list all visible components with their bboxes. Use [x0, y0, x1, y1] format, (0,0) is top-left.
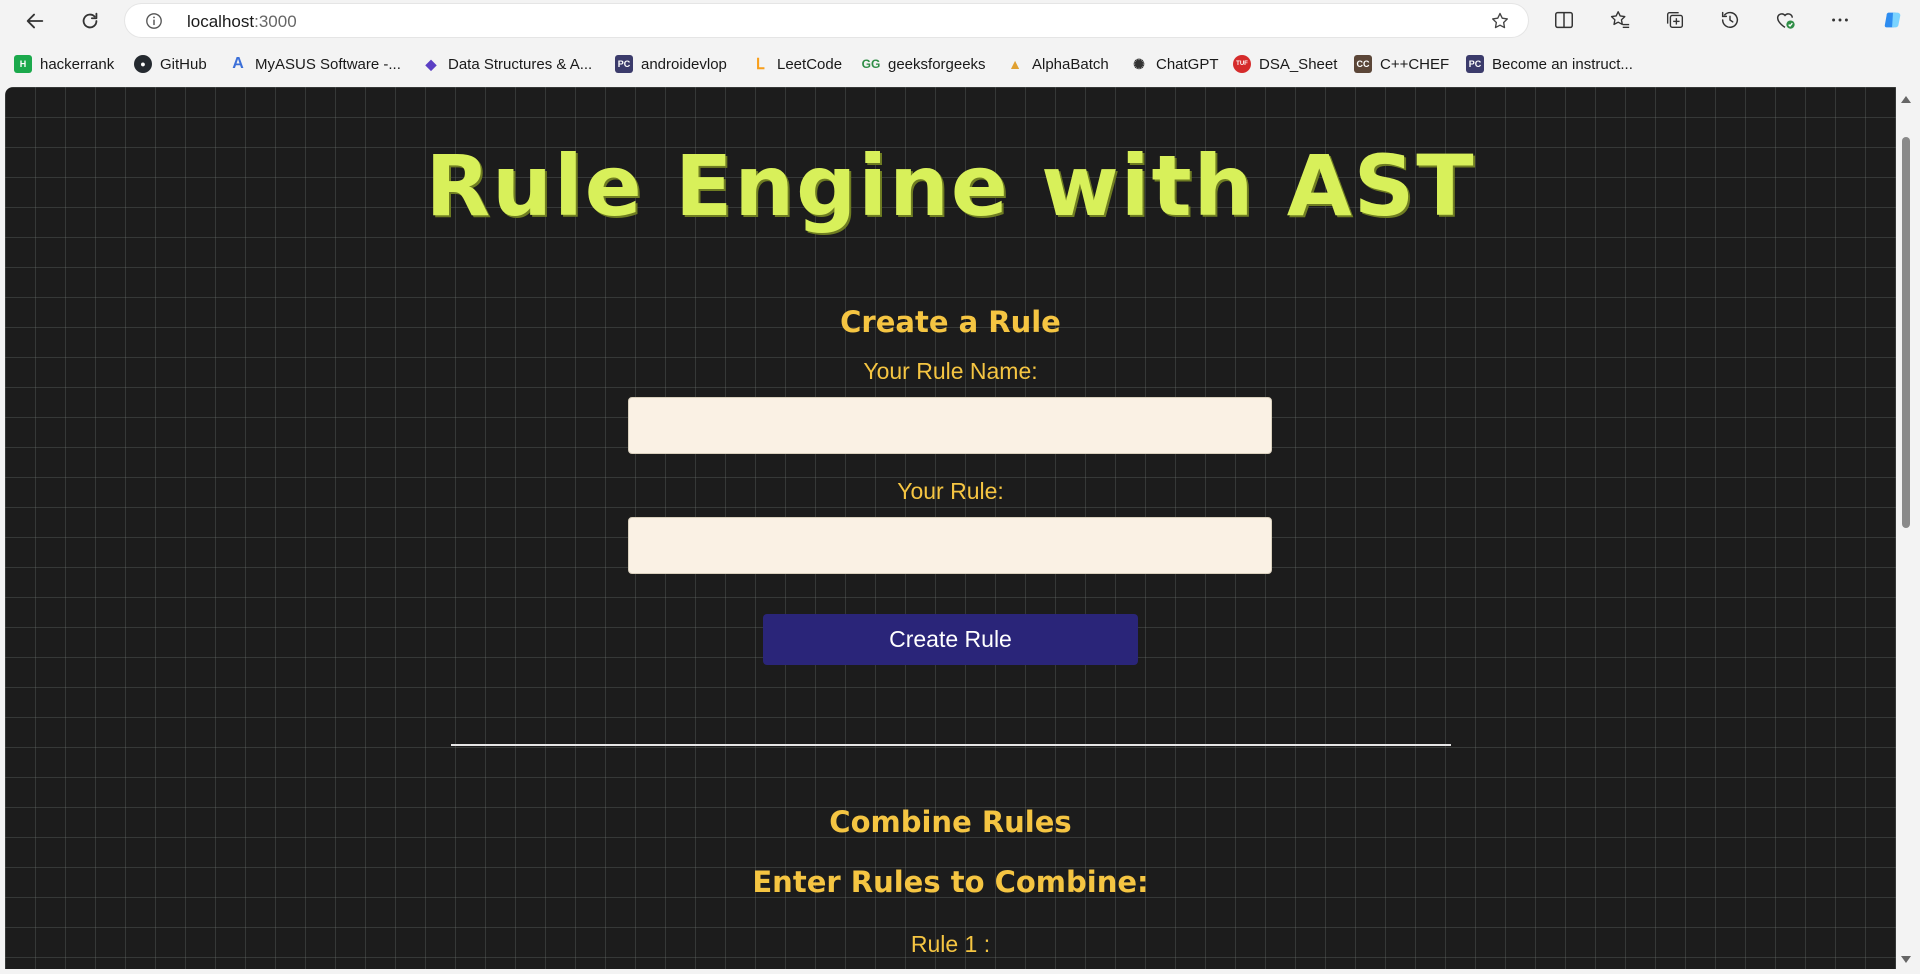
rule-name-label: Your Rule Name: — [863, 358, 1038, 384]
pycharm-icon: PC — [615, 55, 633, 73]
dsa-sheet-icon: TUF — [1233, 55, 1251, 73]
favorites-button[interactable] — [1607, 7, 1633, 33]
bookmark-label: GitHub — [160, 55, 207, 73]
browser-essentials-button[interactable] — [1772, 7, 1798, 33]
bookmark-label: Data Structures & A... — [448, 55, 593, 73]
gfg-icon: GG — [861, 57, 881, 71]
bookmark-label: androidevlop — [641, 55, 727, 73]
bookmark-github[interactable]: ● GitHub — [134, 53, 207, 75]
back-button[interactable] — [19, 5, 51, 37]
bookmark-chatgpt[interactable]: ✺ ChatGPT — [1130, 53, 1219, 75]
history-button[interactable] — [1717, 7, 1743, 33]
leetcode-icon: ᒪ — [755, 56, 765, 73]
bookmark-label: DSA_Sheet — [1259, 55, 1338, 73]
bookmark-alphabatch[interactable]: ▲ AlphaBatch — [1006, 53, 1109, 75]
bookmark-androidevlop[interactable]: PC androidevlop — [615, 53, 727, 75]
bookmark-dsa-sheet[interactable]: TUF DSA_Sheet — [1233, 53, 1337, 75]
collections-button[interactable] — [1662, 7, 1688, 33]
page-viewport: Rule Engine with AST Create a Rule Your … — [5, 87, 1896, 969]
bookmark-geeksforgeeks[interactable]: GG geeksforgeeks — [862, 53, 986, 75]
rule-label: Your Rule: — [897, 478, 1004, 504]
pycharm-icon: PC — [1466, 55, 1484, 73]
create-rule-heading: Create a Rule — [840, 305, 1061, 339]
bookmark-label: LeetCode — [777, 55, 843, 73]
split-screen-icon — [1555, 11, 1573, 29]
rule-name-input[interactable] — [628, 397, 1272, 454]
bookmark-myasus[interactable]: A MyASUS Software -... — [229, 53, 401, 75]
section-divider — [451, 744, 1451, 746]
favorite-star-icon[interactable] — [1490, 11, 1510, 31]
chatgpt-icon: ✺ — [1133, 55, 1145, 72]
collections-icon — [1666, 11, 1684, 29]
refresh-button[interactable] — [74, 5, 106, 37]
copilot-icon — [1884, 12, 1901, 28]
history-icon — [1721, 11, 1739, 28]
page-title: Rule Engine with AST — [425, 137, 1476, 235]
combine-rules-subheading: Enter Rules to Combine: — [752, 865, 1149, 899]
bookmark-cpp-chef[interactable]: CC C++CHEF — [1354, 53, 1449, 75]
info-icon[interactable] — [145, 12, 163, 30]
refresh-icon — [82, 12, 98, 29]
page-scrollbar[interactable] — [1897, 87, 1915, 969]
hackerrank-icon: H — [14, 55, 32, 73]
rule1-label: Rule 1 : — [910, 931, 991, 957]
codechef-icon: CC — [1354, 55, 1372, 73]
bookmark-label: ChatGPT — [1156, 55, 1219, 73]
browser-toolbar: localhost:3000 — [0, 0, 1920, 42]
url-host: localhost — [187, 12, 255, 31]
arrow-left-icon — [26, 13, 44, 29]
copilot-button[interactable] — [1880, 7, 1906, 33]
bookmark-become-instructor[interactable]: PC Become an instruct... — [1466, 53, 1633, 75]
scrollbar-thumb[interactable] — [1902, 137, 1910, 528]
alphabatch-icon: ▲ — [1008, 56, 1022, 72]
more-dots-icon — [1832, 18, 1848, 22]
asus-icon: A — [232, 55, 244, 72]
bookmarks-bar: Hhackerrank ● GitHub A MyASUS Software -..… — [0, 47, 1920, 81]
bookmark-label: AlphaBatch — [1032, 55, 1109, 73]
address-bar[interactable]: localhost:3000 — [125, 4, 1528, 37]
scroll-down-arrow-icon[interactable] — [1901, 956, 1911, 963]
bookmark-label: Become an instruct... — [1492, 55, 1633, 73]
bookmark-hackerrank[interactable]: Hhackerrank — [14, 53, 114, 75]
scroll-up-arrow-icon[interactable] — [1901, 96, 1911, 103]
bookmark-label: MyASUS Software -... — [255, 55, 401, 73]
url-port: :3000 — [254, 12, 297, 31]
settings-more-button[interactable] — [1827, 7, 1853, 33]
rule-input[interactable] — [628, 517, 1272, 574]
bookmark-label: hackerrank — [40, 55, 115, 73]
combine-rules-heading: Combine Rules — [829, 805, 1072, 839]
split-screen-button[interactable] — [1551, 7, 1577, 33]
bookmark-label: geeksforgeeks — [888, 55, 986, 73]
github-icon: ● — [134, 55, 152, 73]
url-text[interactable]: localhost:3000 — [187, 12, 297, 32]
bookmark-leetcode[interactable]: ᒪ LeetCode — [751, 53, 842, 75]
bookmark-data-structures[interactable]: ◆ Data Structures & A... — [422, 53, 593, 75]
code-diamond-icon: ◆ — [425, 55, 437, 72]
bookmark-label: C++CHEF — [1380, 55, 1450, 73]
heart-pulse-icon — [1776, 13, 1795, 29]
create-rule-button[interactable]: Create Rule — [763, 614, 1138, 665]
favorites-star-list-icon — [1610, 11, 1630, 29]
